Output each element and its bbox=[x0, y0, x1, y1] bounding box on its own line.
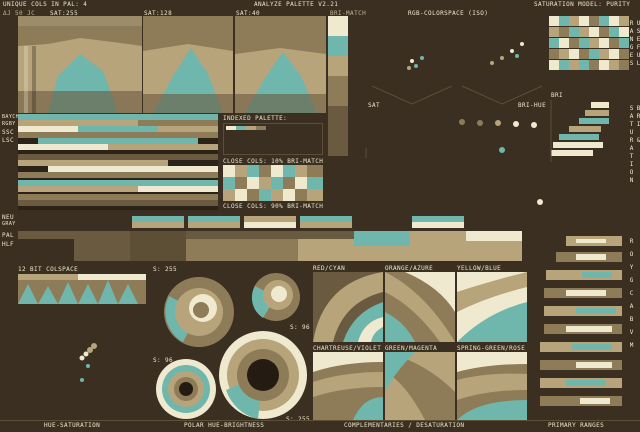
hue-sat-panel-255 bbox=[18, 16, 142, 113]
compl-swatch-green-magenta bbox=[385, 352, 455, 420]
saturation-model-label[interactable]: SATURATION MODEL: PURITY bbox=[534, 1, 630, 8]
compl-swatch-chartreuse-violet bbox=[313, 352, 383, 420]
label-rgby: RGBY bbox=[2, 121, 16, 127]
footer-hue-saturation[interactable]: HUE-SATURATION bbox=[44, 422, 100, 429]
bri-saturation-vlabel: BRI & SATURATION bbox=[628, 105, 640, 185]
indexed-palette-title: INDEXED PALETTE: bbox=[223, 115, 288, 122]
polar-wheel-4 bbox=[218, 330, 308, 420]
rgb-colorspace-label: RGB-COLORSPACE (ISO) bbox=[408, 10, 489, 17]
polar-s-label-1: S: 255 bbox=[153, 266, 178, 273]
bri-axis-label: BRI bbox=[551, 92, 564, 99]
colspace-dots bbox=[70, 338, 110, 388]
hue-sat-graph-255 bbox=[18, 16, 142, 113]
compl-label-chartreuse-violet: CHARTREUSE/VIOLET bbox=[313, 345, 382, 352]
polar-wheel-3 bbox=[155, 358, 217, 420]
label-pal: PAL bbox=[2, 232, 15, 239]
compl-label-spring-green-rose: SPRING-GREEN/ROSE bbox=[457, 345, 526, 352]
rgb-bri-hue-label: BRI-HUE bbox=[518, 102, 547, 109]
compl-label-yellow-blue: YELLOW/BLUE bbox=[457, 265, 502, 272]
close-cols-90-title: CLOSE COLS: 90% BRI-MATCH bbox=[223, 203, 324, 210]
compl-label-orange-azure: ORANGE/AZURE bbox=[385, 265, 434, 272]
label-ssc: SSC bbox=[2, 129, 15, 136]
footer-polar-hue-brightness[interactable]: POLAR HUE-BRIGHTNESS bbox=[184, 422, 264, 429]
footer-complementaries[interactable]: COMPLEMENTARIES / DESATURATION bbox=[344, 422, 464, 429]
label-lsc: LSC bbox=[2, 137, 15, 144]
indexed-palette-grid[interactable] bbox=[223, 123, 323, 155]
compl-swatch-yellow-blue bbox=[457, 272, 527, 342]
primary-ranges bbox=[536, 234, 626, 420]
hue-sat-panel-40 bbox=[235, 16, 326, 113]
footer-divider bbox=[0, 420, 640, 421]
app-title: ANALYZE PALETTE V2.21 bbox=[254, 1, 339, 8]
palette-swatch-grid[interactable] bbox=[549, 16, 629, 72]
compl-swatch-orange-azure bbox=[385, 272, 455, 342]
footer-primary-ranges[interactable]: PRIMARY RANGES bbox=[548, 422, 604, 429]
hue-sat-graph-40 bbox=[235, 16, 326, 113]
bri-match-strip bbox=[328, 16, 348, 156]
compl-swatch-red-cyan bbox=[313, 272, 383, 342]
unique-cols-label: UNIQUE COLS IN PAL: 4 bbox=[3, 1, 88, 8]
close-cols-10-grid bbox=[223, 165, 323, 201]
rgb-sat-label: SAT bbox=[368, 102, 381, 109]
useful-ranges-vlabel: USEFUL RANGES bbox=[628, 20, 640, 68]
bri-sat-ranges bbox=[549, 100, 625, 162]
hue-sat-graph-128 bbox=[143, 16, 233, 113]
neutral-gray-band bbox=[18, 214, 522, 262]
label-neu: NEU bbox=[2, 214, 15, 221]
label-baych: BAYCH bbox=[2, 114, 20, 120]
label-gray: GRAY bbox=[2, 221, 16, 227]
hue-sat-panel-128 bbox=[143, 16, 233, 113]
close-cols-10-title: CLOSE COLS: 10% BRI-MATCH bbox=[223, 158, 324, 165]
roygcabvm-vlabel: ROYGCABVM bbox=[628, 238, 635, 355]
colspace-graph bbox=[18, 274, 146, 304]
colspace-title: 12 BIT COLSPACE bbox=[18, 266, 79, 273]
compl-label-red-cyan: RED/CYAN bbox=[313, 265, 346, 272]
rgb-colorspace-view[interactable] bbox=[352, 18, 544, 208]
palette-stripes bbox=[18, 114, 218, 210]
polar-wheel-2 bbox=[251, 272, 301, 322]
compl-label-green-magenta: GREEN/MAGENTA bbox=[385, 345, 438, 352]
compl-swatch-spring-green-rose bbox=[457, 352, 527, 420]
label-hlf: HLF bbox=[2, 241, 15, 248]
